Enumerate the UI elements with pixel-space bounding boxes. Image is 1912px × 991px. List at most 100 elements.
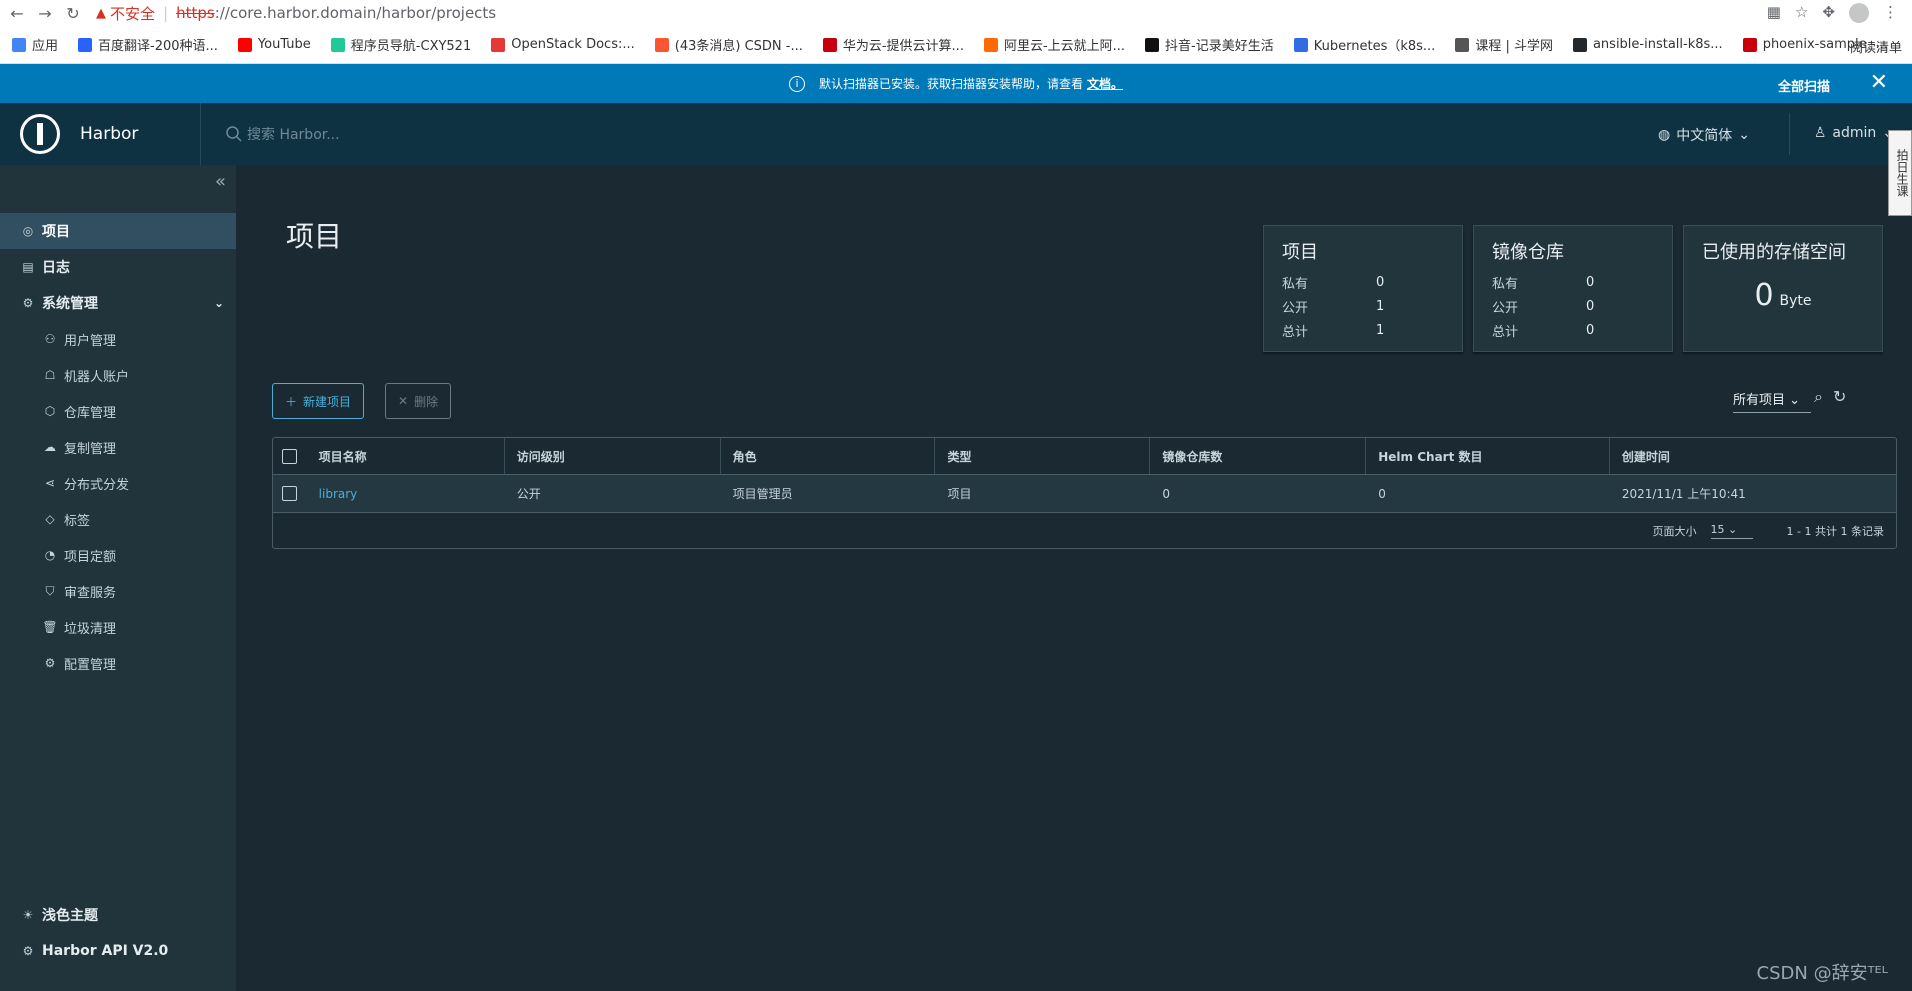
nav-icon: ⬡ xyxy=(44,404,56,418)
bookmark-item[interactable]: 课程 | 斗学网 xyxy=(1455,35,1553,54)
globe-icon: ◍ xyxy=(1658,127,1671,143)
nav-icon: ◔ xyxy=(44,548,56,562)
row-checkbox[interactable] xyxy=(282,486,298,501)
sidebar-subitem-3[interactable]: ☁ 复制管理 xyxy=(0,429,236,465)
sidebar-bottom-0[interactable]: ☀ 浅色主题 xyxy=(0,897,236,933)
brand-name[interactable]: Harbor xyxy=(80,124,200,144)
column-header[interactable]: 项目名称 xyxy=(307,438,505,474)
close-icon[interactable]: ✕ xyxy=(1870,70,1888,95)
pagination-summary: 1 - 1 共计 1 条记录 xyxy=(1786,525,1884,538)
table-cell: 公开 xyxy=(516,487,541,501)
refresh-icon[interactable]: ↻ xyxy=(1833,387,1846,407)
bookmark-item[interactable]: ansible-install-k8s... xyxy=(1572,37,1723,52)
scan-all-button[interactable]: 全部扫描 xyxy=(1778,76,1830,95)
search-box[interactable]: 搜索 Harbor... xyxy=(225,124,340,144)
user-icon: ♙ xyxy=(1813,125,1827,141)
browser-toolbar: ← → ↻ ▲ 不安全 | https ://core.harbor.domai… xyxy=(0,0,1912,26)
sidebar-bottom-1[interactable]: ⚙ Harbor API V2.0 xyxy=(0,933,236,969)
forward-icon[interactable]: → xyxy=(34,4,56,23)
profile-avatar[interactable] xyxy=(1849,3,1869,23)
sidebar-subitem-1[interactable]: ☖ 机器人账户 xyxy=(0,357,236,393)
bookmark-icon xyxy=(78,37,93,52)
column-header[interactable]: 角色 xyxy=(721,438,936,474)
bookmark-item[interactable]: 抖音-记录美好生活 xyxy=(1145,35,1274,54)
chevron-down-icon: ⌄ xyxy=(1738,127,1750,143)
qr-icon[interactable]: ▦ xyxy=(1767,3,1781,23)
nav-icon: ⚙ xyxy=(44,656,56,670)
table-cell: 项目 xyxy=(947,487,972,501)
stat-row: 公开 1 xyxy=(1282,298,1385,316)
project-link[interactable]: library xyxy=(319,487,358,501)
sidebar-subitem-4[interactable]: ⋖ 分布式分发 xyxy=(0,465,236,501)
storage-unit: Byte xyxy=(1779,293,1812,309)
bookmark-icon xyxy=(822,37,837,52)
column-header[interactable]: 访问级别 xyxy=(505,438,721,474)
reload-icon[interactable]: ↻ xyxy=(62,4,84,23)
nav-icon: ⚇ xyxy=(44,332,56,346)
bookmark-icon xyxy=(1145,37,1160,52)
column-header[interactable]: Helm Chart 数目 xyxy=(1366,438,1610,474)
sidebar-subitem-9[interactable]: ⚙ 配置管理 xyxy=(0,645,236,681)
bookmark-item[interactable]: (43条消息) CSDN -... xyxy=(654,35,803,54)
sidebar-subitem-5[interactable]: ◇ 标签 xyxy=(0,501,236,537)
bookmark-icon xyxy=(491,37,506,52)
banner-doc-link[interactable]: 文档。 xyxy=(1087,75,1123,92)
user-menu[interactable]: ♙ admin ⌄ xyxy=(1814,125,1894,141)
chevron-down-icon: ⌄ xyxy=(213,296,224,310)
main-content: 项目 项目 私有 0 公开 1 总计 1 镜像仓库 私有 0 公开 0 总计 0 已使用的存储空间 … xyxy=(236,165,1912,991)
harbor-logo-icon[interactable] xyxy=(20,114,60,154)
collapse-sidebar-icon[interactable]: « xyxy=(215,171,226,192)
bookmark-icon xyxy=(1293,37,1308,52)
bookmark-item[interactable]: 程序员导航-CXY521 xyxy=(330,35,471,54)
repos-summary-card: 镜像仓库 私有 0 公开 0 总计 0 xyxy=(1473,225,1673,352)
nav-icon: ☖ xyxy=(44,368,56,382)
back-icon[interactable]: ← xyxy=(6,4,28,23)
column-header[interactable]: 创建时间 xyxy=(1610,438,1896,474)
language-selector[interactable]: ◍ 中文简体 ⌄ xyxy=(1658,125,1750,145)
search-icon[interactable]: ⌕ xyxy=(1814,387,1823,407)
bookmark-item[interactable]: 百度翻译-200种语... xyxy=(78,35,218,54)
table-cell: 0 xyxy=(1378,486,1386,501)
stat-row: 私有 0 xyxy=(1492,274,1595,292)
info-icon: i xyxy=(788,75,805,92)
search-input[interactable]: 搜索 Harbor... xyxy=(247,124,340,144)
new-project-button[interactable]: ＋ 新建项目 xyxy=(272,383,365,419)
bookmark-item[interactable]: 华为云-提供云计算... xyxy=(822,35,964,54)
sidebar-item-2[interactable]: ⚙ 系统管理 ⌄ xyxy=(0,285,236,321)
sidebar-subitem-8[interactable]: 🗑 垃圾清理 xyxy=(0,609,236,645)
address-bar[interactable]: ▲ 不安全 | https ://core.harbor.domain/harb… xyxy=(96,3,496,24)
sidebar-subitem-7[interactable]: ⛉ 审查服务 xyxy=(0,573,236,609)
bookmark-item[interactable]: Kubernetes（k8s... xyxy=(1293,35,1435,54)
bookmark-item[interactable]: OpenStack Docs:... xyxy=(491,37,635,52)
nav-icon: ▤ xyxy=(22,260,34,274)
scanner-banner: i 默认扫描器已安装。获取扫描器安装帮助，请查看 文档。 全部扫描 ✕ xyxy=(0,64,1912,103)
bookmark-item[interactable]: 阿里云-上云就上阿... xyxy=(983,35,1125,54)
sidebar-subitem-0[interactable]: ⚇ 用户管理 xyxy=(0,321,236,357)
bookmark-icon xyxy=(237,37,252,52)
select-all-checkbox[interactable] xyxy=(282,448,298,464)
table-cell: 项目管理员 xyxy=(732,487,793,501)
extensions-icon[interactable]: ✥ xyxy=(1822,3,1835,23)
column-header[interactable]: 类型 xyxy=(935,438,1151,474)
star-icon[interactable]: ☆ xyxy=(1795,3,1808,23)
menu-icon[interactable]: ⋮ xyxy=(1883,3,1898,23)
table-cell: 0 xyxy=(1162,486,1171,501)
column-header[interactable]: 镜像仓库数 xyxy=(1150,438,1367,474)
search-icon xyxy=(226,126,242,142)
sidebar-subitem-2[interactable]: ⬡ 仓库管理 xyxy=(0,393,236,429)
url-scheme: https xyxy=(176,4,215,22)
bookmark-icon xyxy=(12,37,26,52)
projects-summary-card: 项目 私有 0 公开 1 总计 1 xyxy=(1263,225,1463,352)
project-filter-select[interactable]: 所有项目 ⌄ xyxy=(1733,389,1811,413)
bookmark-item[interactable]: 应用 xyxy=(12,35,58,54)
delete-button[interactable]: ✕ 删除 xyxy=(385,383,452,419)
sidebar-subitem-6[interactable]: ◔ 项目定额 xyxy=(0,537,236,573)
sidebar-item-0[interactable]: ◎ 项目 xyxy=(0,213,236,249)
stat-row: 公开 0 xyxy=(1492,298,1595,316)
reading-list[interactable]: 阅读清单 xyxy=(1850,37,1902,56)
page-size-select[interactable]: 15 ⌄ xyxy=(1710,523,1753,539)
stat-row: 总计 0 xyxy=(1492,322,1595,340)
sidebar-item-1[interactable]: ▤ 日志 xyxy=(0,249,236,285)
bookmark-item[interactable]: YouTube xyxy=(237,37,311,52)
app-header: Harbor 搜索 Harbor... ◍ 中文简体 ⌄ ♙ admin ⌄ xyxy=(0,103,1912,165)
